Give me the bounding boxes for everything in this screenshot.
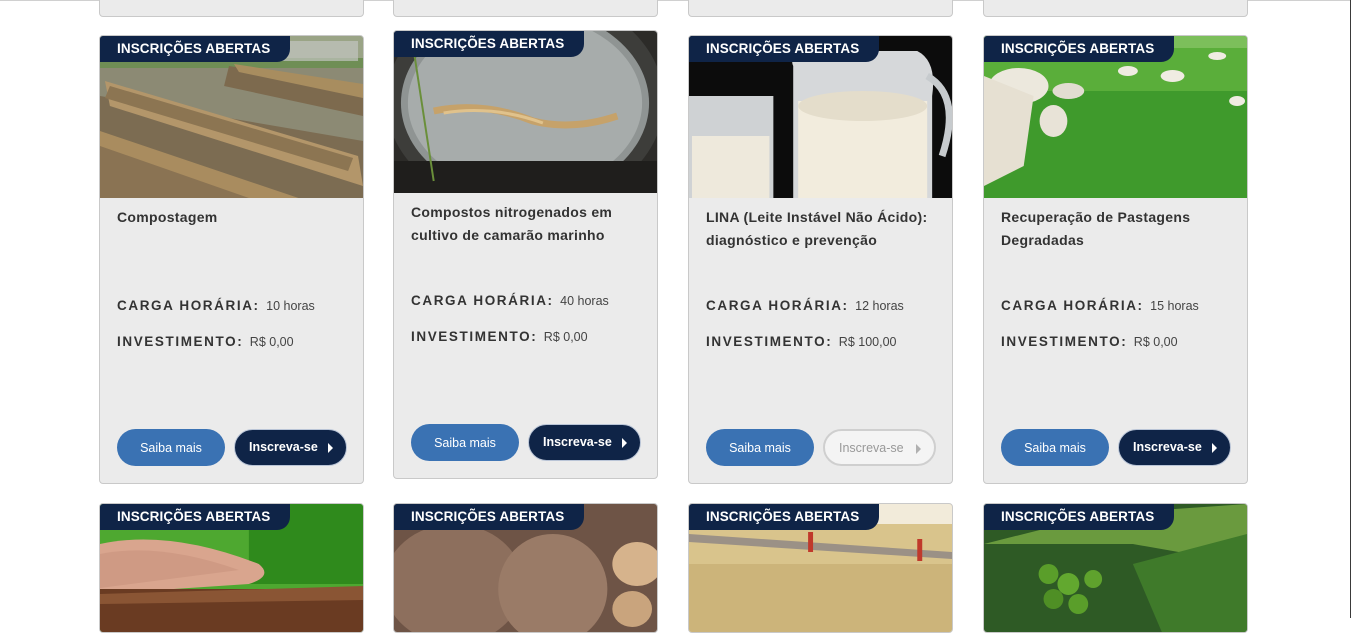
saiba-mais-button[interactable]: Saiba mais bbox=[117, 429, 225, 466]
workload-label: CARGA HORÁRIA: bbox=[1001, 298, 1144, 313]
price-label: INVESTIMENTO: bbox=[411, 329, 538, 344]
saiba-mais-button[interactable]: Saiba mais bbox=[1001, 429, 1109, 466]
status-badge: INSCRIÇÕES ABERTAS bbox=[394, 31, 585, 57]
course-workload: CARGA HORÁRIA: 10 horas bbox=[117, 298, 315, 313]
inscreva-se-label: Inscreva-se bbox=[543, 435, 612, 449]
course-price: INVESTIMENTO: R$ 0,00 bbox=[411, 329, 588, 344]
course-workload: CARGA HORÁRIA: 12 horas bbox=[706, 298, 904, 313]
course-card: INSCRIÇÕES ABERTAS bbox=[688, 503, 953, 633]
workload-label: CARGA HORÁRIA: bbox=[117, 298, 260, 313]
inscreva-se-button[interactable]: Inscreva-se bbox=[1118, 429, 1231, 466]
course-title[interactable]: Recuperação de Pastagens Degradadas bbox=[1001, 206, 1227, 252]
course-title[interactable]: LINA (Leite Instável Não Ácido): diagnós… bbox=[706, 206, 932, 252]
price-value: R$ 0,00 bbox=[543, 330, 588, 344]
price-label: INVESTIMENTO: bbox=[1001, 334, 1128, 349]
course-price: INVESTIMENTO: R$ 100,00 bbox=[706, 334, 896, 349]
saiba-mais-button[interactable]: Saiba mais bbox=[706, 429, 814, 466]
course-title[interactable]: Compostagem bbox=[117, 206, 343, 229]
status-badge: INSCRIÇÕES ABERTAS bbox=[100, 504, 291, 530]
workload-value: 40 horas bbox=[560, 294, 609, 308]
status-badge: INSCRIÇÕES ABERTAS bbox=[984, 36, 1175, 62]
price-label: INVESTIMENTO: bbox=[706, 334, 833, 349]
workload-value: 10 horas bbox=[266, 299, 315, 313]
status-badge: INSCRIÇÕES ABERTAS bbox=[984, 504, 1175, 530]
course-card-previous bbox=[983, 0, 1248, 17]
caret-right-icon bbox=[916, 444, 921, 454]
course-card-previous bbox=[99, 0, 364, 17]
status-badge: INSCRIÇÕES ABERTAS bbox=[689, 36, 880, 62]
inscreva-se-label: Inscreva-se bbox=[1133, 440, 1202, 454]
inscreva-se-button[interactable]: Inscreva-se bbox=[823, 429, 936, 466]
course-card-previous bbox=[393, 0, 658, 17]
inscreva-se-button[interactable]: Inscreva-se bbox=[234, 429, 347, 466]
inscreva-se-button[interactable]: Inscreva-se bbox=[528, 424, 641, 461]
inscreva-se-label: Inscreva-se bbox=[249, 440, 318, 454]
workload-label: CARGA HORÁRIA: bbox=[706, 298, 849, 313]
workload-value: 12 horas bbox=[855, 299, 904, 313]
saiba-mais-button[interactable]: Saiba mais bbox=[411, 424, 519, 461]
course-price: INVESTIMENTO: R$ 0,00 bbox=[1001, 334, 1178, 349]
caret-right-icon bbox=[622, 438, 627, 448]
caret-right-icon bbox=[328, 443, 333, 453]
course-title[interactable]: Compostos nitrogenados em cultivo de cam… bbox=[411, 201, 637, 247]
course-workload: CARGA HORÁRIA: 15 horas bbox=[1001, 298, 1199, 313]
course-card: INSCRIÇÕES ABERTAS Recuperação de Pastag… bbox=[983, 35, 1248, 484]
course-workload: CARGA HORÁRIA: 40 horas bbox=[411, 293, 609, 308]
course-card: INSCRIÇÕES ABERTAS bbox=[99, 503, 364, 633]
status-badge: INSCRIÇÕES ABERTAS bbox=[100, 36, 291, 62]
course-price: INVESTIMENTO: R$ 0,00 bbox=[117, 334, 294, 349]
course-card-previous bbox=[688, 0, 953, 17]
status-badge: INSCRIÇÕES ABERTAS bbox=[394, 504, 585, 530]
price-label: INVESTIMENTO: bbox=[117, 334, 244, 349]
course-card: INSCRIÇÕES ABERTAS bbox=[983, 503, 1248, 633]
course-card: INSCRIÇÕES ABERTAS LINA (Leite Instável … bbox=[688, 35, 953, 484]
status-badge: INSCRIÇÕES ABERTAS bbox=[689, 504, 880, 530]
price-value: R$ 100,00 bbox=[838, 335, 897, 349]
workload-label: CARGA HORÁRIA: bbox=[411, 293, 554, 308]
workload-value: 15 horas bbox=[1150, 299, 1199, 313]
inscreva-se-label: Inscreva-se bbox=[839, 441, 904, 455]
course-card: INSCRIÇÕES ABERTAS bbox=[393, 503, 658, 633]
price-value: R$ 0,00 bbox=[1133, 335, 1178, 349]
price-value: R$ 0,00 bbox=[249, 335, 294, 349]
course-card: INSCRIÇÕES ABERTAS Compostos nitrogenado… bbox=[393, 30, 658, 479]
course-card: INSCRIÇÕES ABERTAS Compostagem CARGA HOR… bbox=[99, 35, 364, 484]
caret-right-icon bbox=[1212, 443, 1217, 453]
